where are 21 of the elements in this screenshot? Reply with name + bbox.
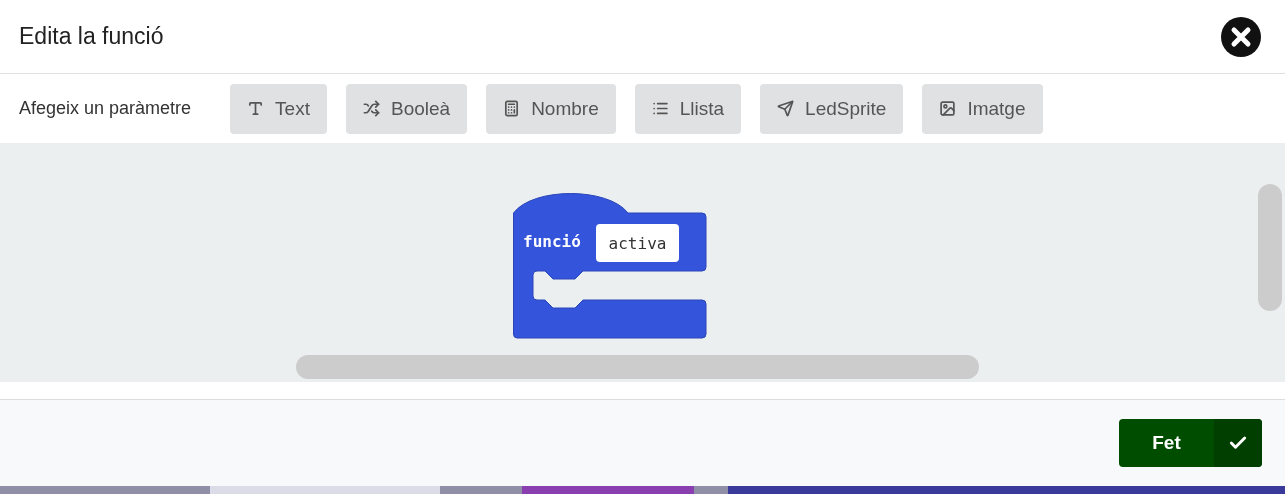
add-parameter-button[interactable]: Nombre xyxy=(486,83,616,134)
list-icon xyxy=(651,100,669,117)
text-icon xyxy=(247,100,265,117)
dialog-title: Edita la funció xyxy=(19,23,164,50)
vertical-scrollbar[interactable] xyxy=(1258,184,1282,311)
add-parameter-button[interactable]: LedSprite xyxy=(760,83,904,134)
horizontal-scrollbar[interactable] xyxy=(296,355,979,379)
add-parameter-button[interactable]: Text xyxy=(230,83,327,134)
add-parameter-button[interactable]: Booleà xyxy=(345,83,468,134)
function-name-field[interactable]: activa xyxy=(596,224,679,262)
add-parameter-button[interactable]: Imatge xyxy=(922,83,1043,134)
close-icon xyxy=(1221,16,1261,57)
paper-plane-icon xyxy=(777,100,795,117)
done-button[interactable]: Fet xyxy=(1119,419,1262,467)
calculator-icon xyxy=(503,100,521,117)
add-parameter-button[interactable]: Llista xyxy=(634,83,742,134)
shuffle-icon xyxy=(362,100,380,117)
image-icon xyxy=(939,100,957,117)
parameter-label: Afegeix un paràmetre xyxy=(19,98,192,119)
block-keyword: funció xyxy=(523,232,581,251)
close-button[interactable] xyxy=(1221,16,1261,57)
